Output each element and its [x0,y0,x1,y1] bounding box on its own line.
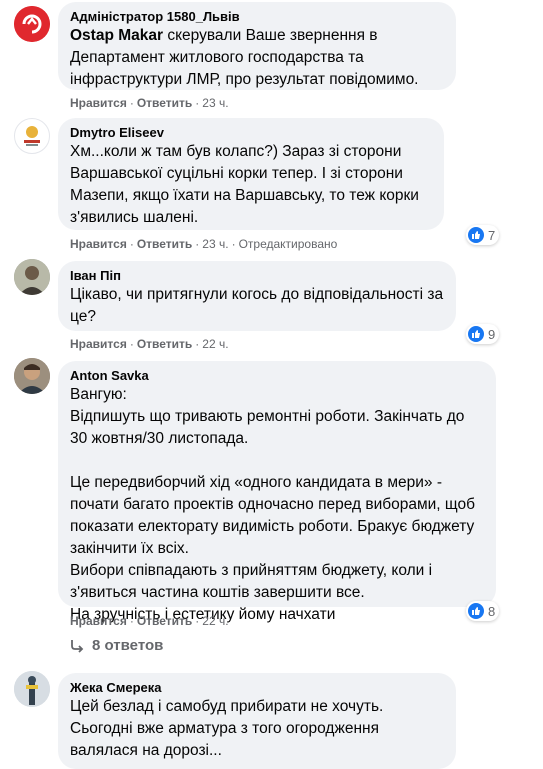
timestamp[interactable]: 23 ч. [202,96,228,110]
like-button[interactable]: Нравится [70,337,127,351]
reply-button[interactable]: Ответить [137,614,192,628]
like-button[interactable]: Нравится [70,237,127,251]
comment-bubble: Dmytro Eliseev Хм...коли ж там був колап… [58,118,444,230]
separator-dot: · [195,614,200,628]
thumbs-up-icon [468,326,484,342]
comment-author[interactable]: Іван Піп [70,267,444,284]
separator-dot: · [195,96,200,110]
brand-logo-icon [14,6,50,42]
separator-dot: · [129,337,134,351]
avatar[interactable] [14,6,50,42]
thumbs-up-icon [468,603,484,619]
comment-text: Цей безлад і самобуд прибирати не хочуть… [70,698,384,759]
separator-dot: · [129,614,134,628]
reply-button[interactable]: Ответить [137,337,192,351]
timestamp[interactable]: 22 ч. [202,614,228,628]
avatar[interactable] [14,358,50,394]
reply-arrow-icon [71,639,84,653]
separator-dot: · [129,237,134,251]
comment-text: Цікаво, чи притягнули когось до відповід… [70,286,444,325]
reaction-count[interactable]: 8 [466,601,500,621]
comment-text: Хм...коли ж там був колапс?) Зараз зі ст… [70,143,419,226]
separator-dot: · [129,96,134,110]
thumbs-up-icon [468,227,484,243]
reaction-number: 8 [488,603,496,619]
comment-actions: Нравится · Ответить · 22 ч. [70,336,229,352]
comment-text: Ostap Makar скерували Ваше звернення в Д… [70,25,444,91]
comment-bubble: Адміністратор 1580_Львів Ostap Makar ске… [58,2,456,90]
like-button[interactable]: Нравится [70,96,127,110]
replies-count: 8 ответов [92,637,164,654]
separator-dot: · [195,337,200,351]
comment-bubble: Іван Піп Цікаво, чи притягнули когось до… [58,261,456,331]
profile-emblem-icon [24,126,40,146]
comment-author[interactable]: Anton Savka [70,367,484,384]
separator-dot: · [195,237,200,251]
comment-author[interactable]: Dmytro Eliseev [70,124,432,141]
comment-bubble: Anton Savka Вангую: Відпишуть що тривают… [58,361,496,623]
comment-author[interactable]: Жека Смерека [70,679,444,696]
profile-photo-icon [14,671,50,707]
avatar[interactable] [14,118,50,154]
reaction-count[interactable]: 7 [466,225,500,245]
avatar[interactable] [14,671,50,707]
comment-actions: Нравится · Ответить · 23 ч. · Отредактировано [70,236,337,252]
like-button[interactable]: Нравится [70,614,127,628]
profile-photo-icon [14,358,50,394]
avatar[interactable] [14,259,50,295]
comment-actions: Нравится · Ответить · 23 ч. [70,95,229,111]
comment-actions: Нравится · Ответить · 22 ч. [70,613,229,629]
reaction-count[interactable]: 9 [466,324,500,344]
comment-text: Вангую: Відпишуть що тривають ремонтні р… [70,386,475,623]
separator-dot: · [231,237,236,251]
reply-button[interactable]: Ответить [137,96,192,110]
mention-link[interactable]: Ostap Makar [70,27,163,44]
comment-author[interactable]: Адміністратор 1580_Львів [70,8,444,25]
profile-photo-icon [14,259,50,295]
comment-bubble: Жека Смерека Цей безлад і самобуд прибир… [58,673,456,769]
reaction-number: 9 [488,326,496,342]
view-replies-button[interactable]: 8 ответов [70,637,163,654]
timestamp[interactable]: 23 ч. [202,237,228,251]
reaction-number: 7 [488,227,496,243]
timestamp[interactable]: 22 ч. [202,337,228,351]
edited-label[interactable]: Отредактировано [239,237,338,251]
reply-button[interactable]: Ответить [137,237,192,251]
